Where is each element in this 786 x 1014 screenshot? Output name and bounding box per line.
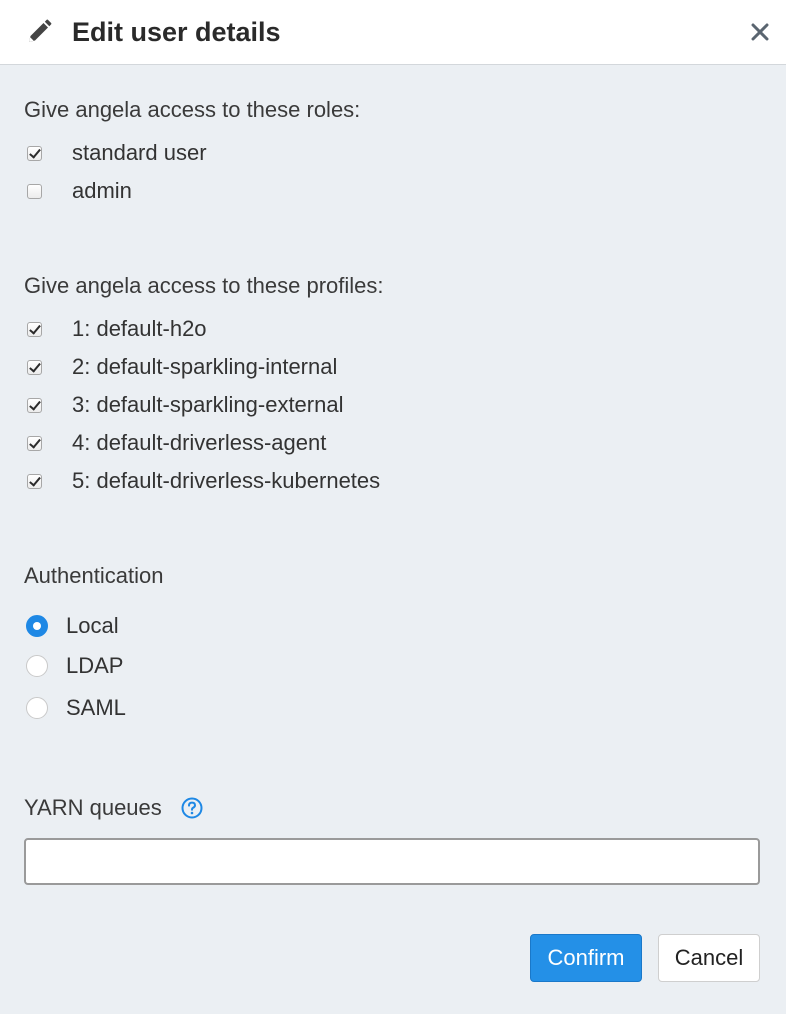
auth-ldap-radio[interactable] [26,655,48,677]
profile-3-checkbox[interactable] [27,397,42,413]
profile-5-checkbox[interactable] [27,473,42,489]
profile-item-1[interactable]: 1: default-h2o [27,315,207,343]
confirm-button[interactable]: Confirm [530,934,642,982]
yarn-queues-label: YARN queues [24,795,162,820]
dialog-header: Edit user details [0,0,786,65]
profile-item-2[interactable]: 2: default-sparkling-internal [27,353,337,381]
pencil-icon [29,19,52,42]
yarn-queues-input[interactable] [24,838,760,885]
profile-item-4[interactable]: 4: default-driverless-agent [27,429,326,457]
cancel-button[interactable]: Cancel [658,934,760,982]
authentication-label: Authentication [24,563,164,588]
profiles-label: Give angela access to these profiles: [24,273,384,298]
profile-5-label: 5: default-driverless-kubernetes [72,468,381,493]
role-standard-user-label: standard user [72,140,207,165]
profile-1-checkbox[interactable] [27,321,42,337]
close-icon[interactable] [748,20,772,44]
auth-local-label: Local [66,613,119,638]
auth-saml-label: SAML [66,695,126,720]
auth-saml-radio[interactable] [26,697,48,719]
profile-item-5[interactable]: 5: default-driverless-kubernetes [27,467,380,495]
roles-label: Give angela access to these roles: [24,97,361,122]
help-icon[interactable] [181,797,203,819]
auth-local-radio[interactable] [26,615,48,637]
dialog-title: Edit user details [72,17,281,47]
role-admin-checkbox[interactable] [27,183,42,199]
role-admin-label: admin [72,178,132,203]
role-standard-user-checkbox[interactable] [27,145,42,161]
auth-ldap-label: LDAP [66,653,124,678]
profile-4-checkbox[interactable] [27,435,42,451]
profile-4-label: 4: default-driverless-agent [72,430,327,455]
auth-option-saml[interactable]: SAML [26,694,126,722]
profile-2-checkbox[interactable] [27,359,42,375]
profile-1-label: 1: default-h2o [72,316,207,341]
role-admin[interactable]: admin [27,177,132,205]
auth-option-ldap[interactable]: LDAP [26,652,123,680]
profile-item-3[interactable]: 3: default-sparkling-external [27,391,343,419]
profile-2-label: 2: default-sparkling-internal [72,354,338,379]
auth-option-local[interactable]: Local [26,612,119,640]
edit-user-dialog: Edit user details Give angela access to … [0,0,786,1014]
profile-3-label: 3: default-sparkling-external [72,392,344,417]
role-standard-user[interactable]: standard user [27,139,207,167]
